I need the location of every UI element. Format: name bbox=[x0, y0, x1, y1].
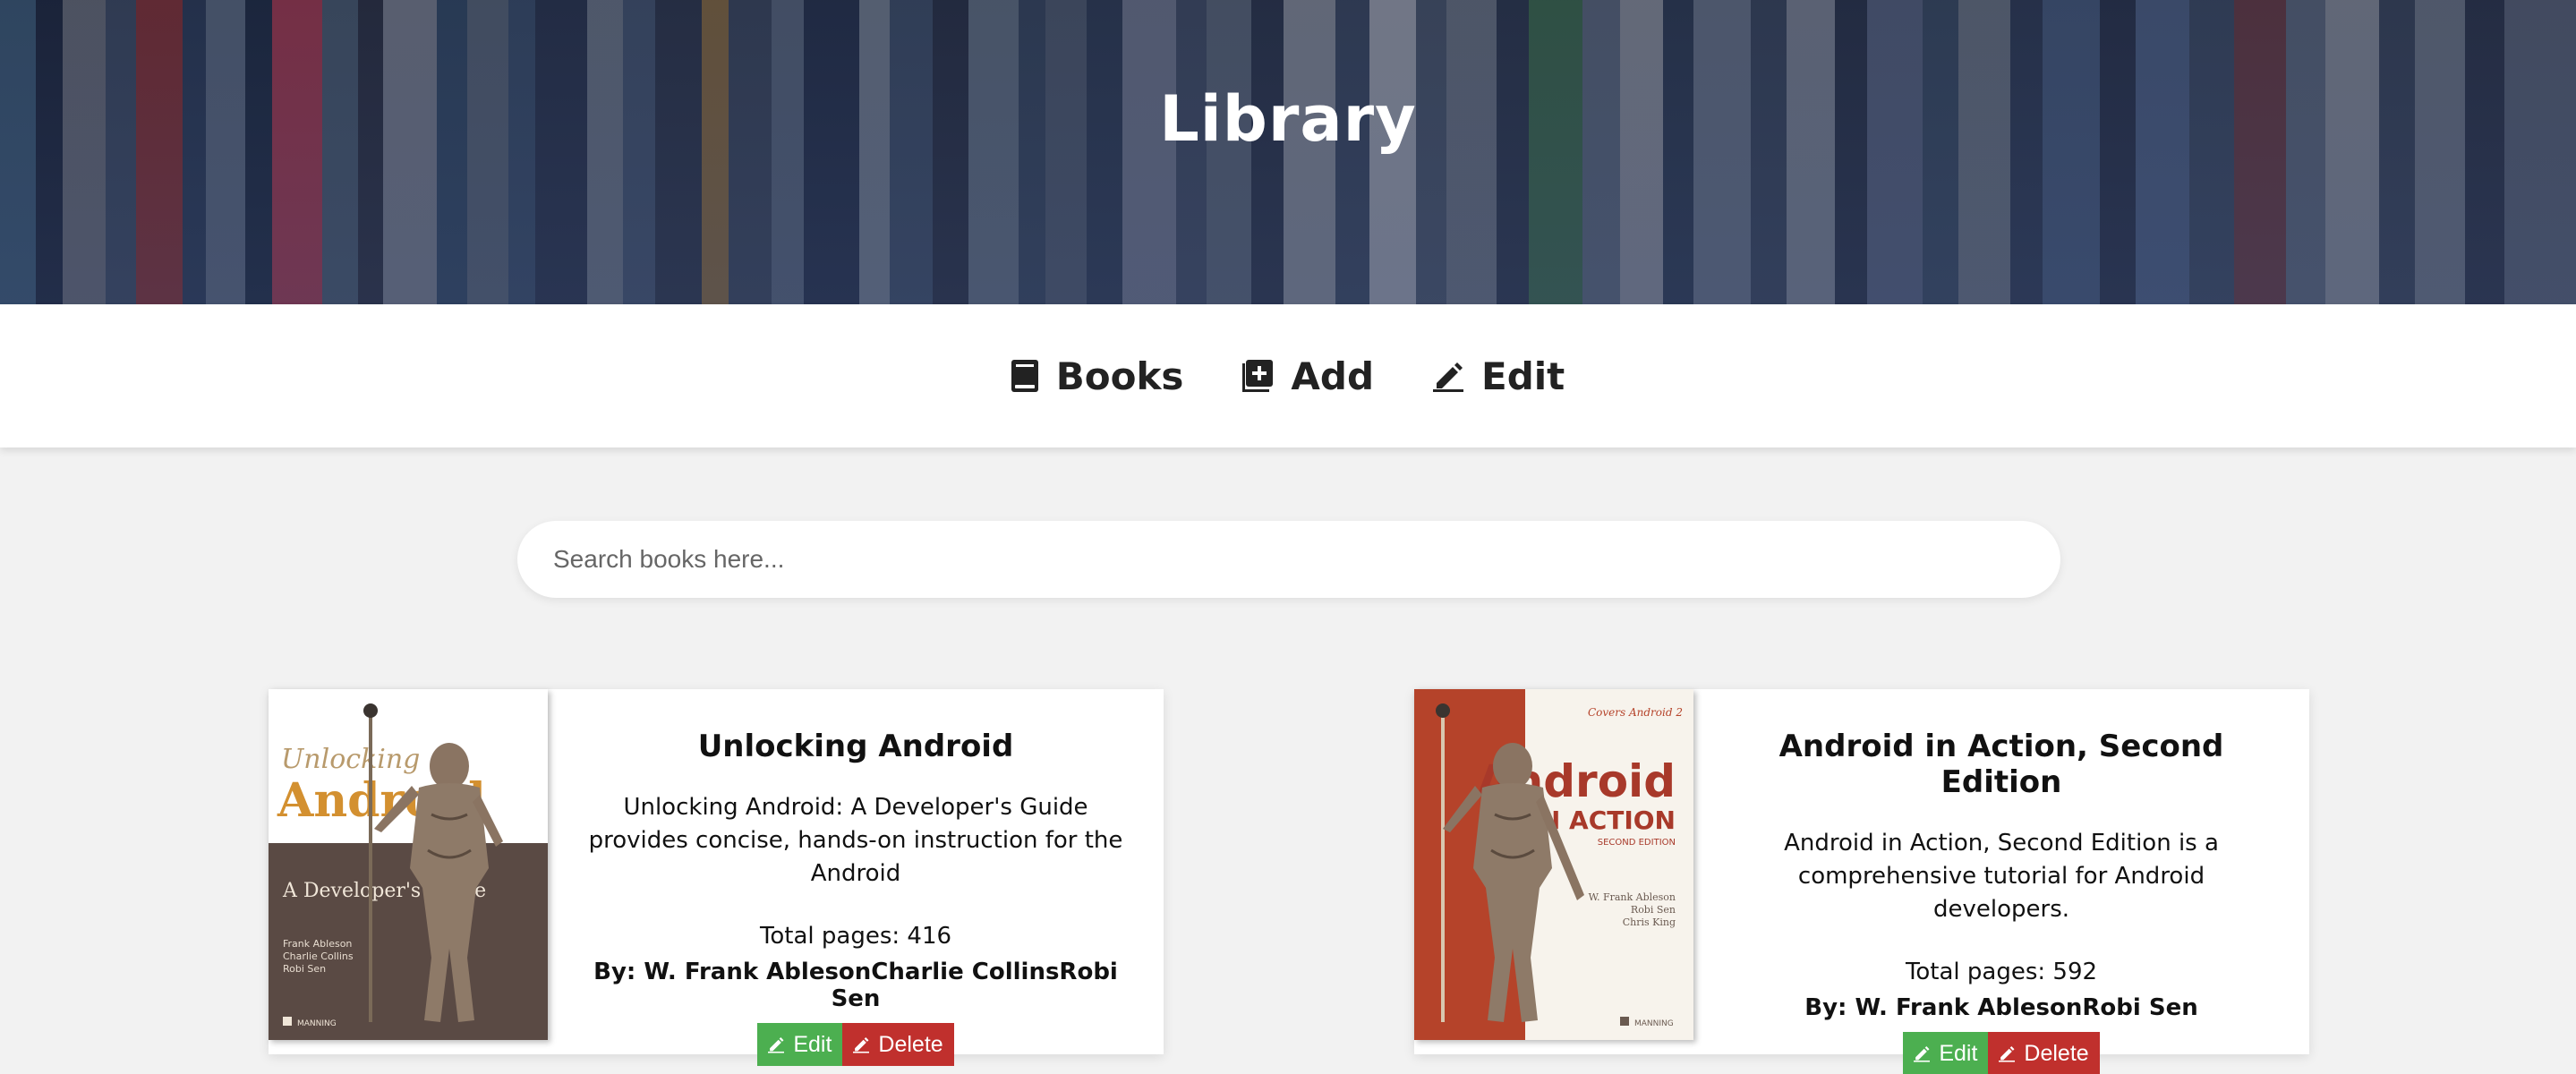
pencil-icon bbox=[853, 1037, 870, 1053]
cover-author-1: Frank Ableson bbox=[283, 938, 352, 950]
book-page-count: Total pages: 592 bbox=[1905, 959, 2098, 985]
book-description: Android in Action, Second Edition is a c… bbox=[1784, 830, 2219, 923]
delete-button-label: Delete bbox=[2024, 1040, 2089, 1066]
delete-book-button[interactable]: Delete bbox=[842, 1023, 954, 1066]
book-card: Unlocking Android A Developer's Guide Fr… bbox=[269, 689, 1164, 1066]
search-input[interactable] bbox=[517, 521, 2060, 598]
add-box-icon bbox=[1242, 360, 1274, 392]
cover-tagline: Covers Android 2 bbox=[1588, 706, 1683, 719]
nav-books-link[interactable]: Books bbox=[1011, 354, 1184, 398]
nav-add-link[interactable]: Add bbox=[1242, 354, 1374, 398]
edit-button-label: Edit bbox=[1939, 1040, 1978, 1066]
main-nav: Books Add Edit bbox=[0, 304, 2576, 448]
pencil-icon bbox=[1999, 1046, 2016, 1062]
pencil-icon bbox=[768, 1037, 785, 1053]
book-title: Unlocking Android bbox=[697, 729, 1014, 764]
nav-edit-label: Edit bbox=[1481, 354, 1565, 398]
book-title: Android in Action, Second Edition bbox=[1778, 729, 2224, 800]
pencil-icon bbox=[1433, 362, 1464, 392]
edit-button-label: Edit bbox=[793, 1031, 832, 1057]
cover-author-3: Robi Sen bbox=[283, 963, 326, 975]
nav-books-label: Books bbox=[1055, 354, 1184, 398]
book-icon bbox=[1011, 360, 1038, 392]
card-actions: Edit Delete bbox=[1903, 1032, 2100, 1074]
cover-author-3: Chris King bbox=[1623, 916, 1676, 928]
cover-author-2: Charlie Collins bbox=[283, 950, 354, 962]
book-details: Unlocking Android Unlocking Android: A D… bbox=[548, 689, 1164, 1066]
delete-book-button[interactable]: Delete bbox=[1988, 1032, 2100, 1074]
pencil-icon bbox=[1914, 1046, 1931, 1062]
hero-banner: Library bbox=[0, 0, 2576, 304]
nav-edit-link[interactable]: Edit bbox=[1433, 354, 1565, 398]
cover-author-2: Robi Sen bbox=[1631, 904, 1676, 916]
book-cover-image: Unlocking Android A Developer's Guide Fr… bbox=[269, 689, 548, 1040]
delete-button-label: Delete bbox=[878, 1031, 943, 1057]
book-authors: By: W. Frank AblesonRobi Sen bbox=[1804, 994, 2198, 1021]
cover-edition: SECOND EDITION bbox=[1598, 838, 1676, 848]
book-description: Unlocking Android: A Developer's Guide p… bbox=[588, 794, 1123, 887]
cover-publisher: MANNING bbox=[1634, 1019, 1674, 1028]
cover-author-1: W. Frank Ableson bbox=[1589, 891, 1676, 903]
book-cover-image: Covers Android 2 Android IN ACTION SECON… bbox=[1414, 689, 1693, 1040]
card-actions: Edit Delete bbox=[757, 1023, 954, 1066]
book-page-count: Total pages: 416 bbox=[759, 923, 952, 950]
cover-publisher: MANNING bbox=[297, 1019, 337, 1028]
edit-book-button[interactable]: Edit bbox=[1903, 1032, 1989, 1074]
book-card: Covers Android 2 Android IN ACTION SECON… bbox=[1414, 689, 2309, 1074]
search-container bbox=[517, 521, 2060, 598]
edit-book-button[interactable]: Edit bbox=[757, 1023, 843, 1066]
nav-add-label: Add bbox=[1291, 354, 1375, 398]
cover-line1: Unlocking bbox=[281, 744, 420, 775]
book-authors: By: W. Frank AblesonCharlie CollinsRobi … bbox=[593, 959, 1118, 1012]
book-details: Android in Action, Second Edition Androi… bbox=[1693, 689, 2309, 1074]
page-title: Library bbox=[1159, 82, 1417, 156]
